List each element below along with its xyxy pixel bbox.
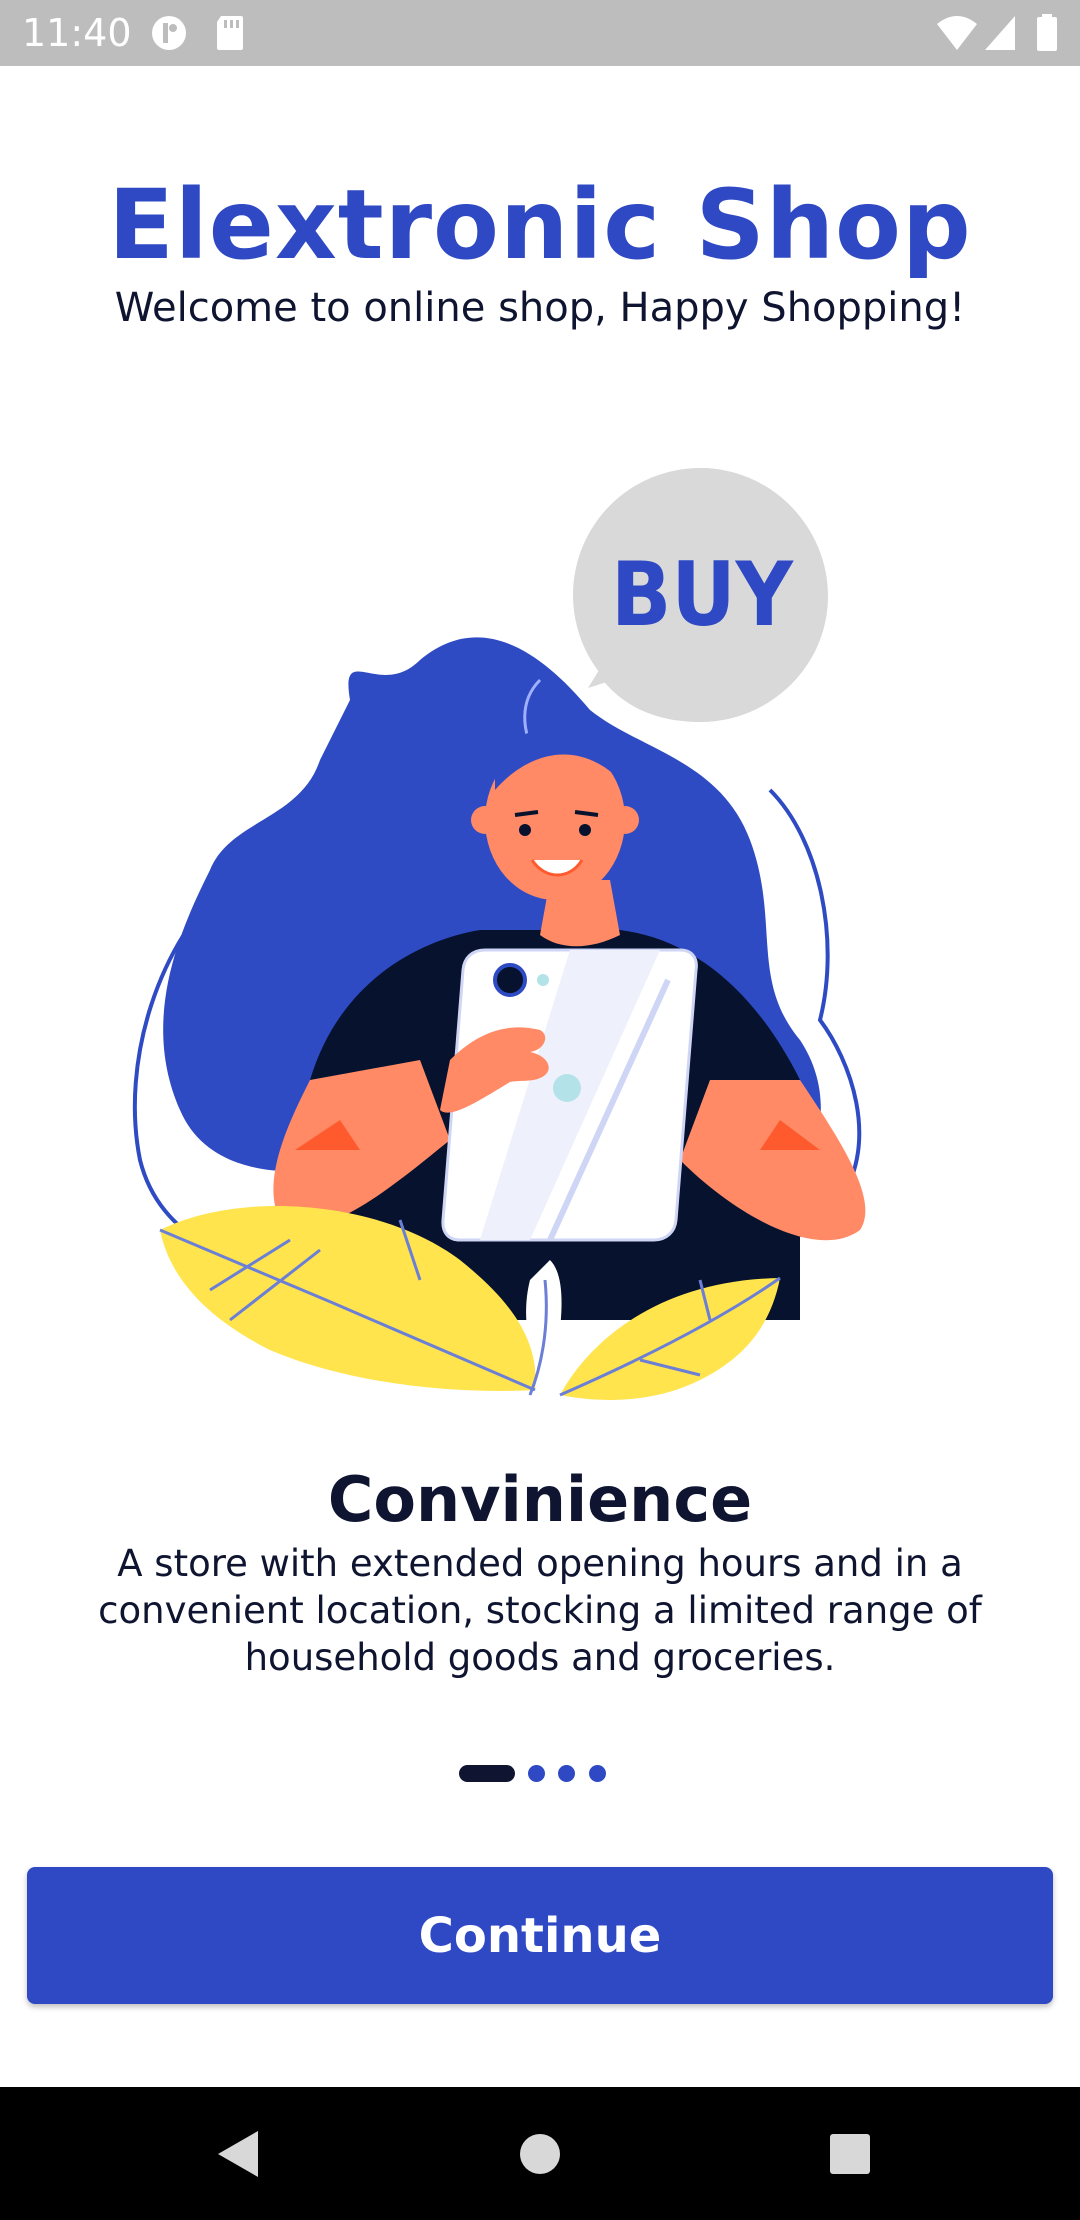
page-indicator [0, 1765, 1080, 1785]
status-time: 11:40 [22, 11, 132, 55]
page-dot[interactable] [558, 1765, 575, 1782]
status-bar: 11:40 [0, 0, 1080, 66]
wifi-icon [935, 14, 979, 57]
speech-bubble: BUY [573, 468, 828, 722]
continue-button[interactable]: Continue [27, 1867, 1053, 2004]
back-icon[interactable] [190, 2117, 290, 2191]
battery-icon [1036, 14, 1058, 57]
slide-title: Convinience [327, 1463, 753, 1536]
sync-icon [150, 14, 188, 57]
navigation-bar [0, 2087, 1080, 2220]
recents-icon[interactable] [800, 2117, 900, 2191]
slide-description: A store with extended opening hours and … [98, 1542, 982, 1679]
signal-icon [983, 14, 1017, 57]
page-dot[interactable] [528, 1765, 545, 1782]
home-icon[interactable] [490, 2117, 590, 2191]
sd-card-icon [215, 14, 245, 57]
app-subtitle: Welcome to online shop, Happy Shopping! [114, 285, 966, 331]
speech-bubble-text: BUY [611, 543, 795, 646]
page-dot[interactable] [589, 1765, 606, 1782]
app-title: Elextronic Shop [108, 169, 972, 281]
page-dot-active[interactable] [459, 1765, 515, 1782]
onboarding-illustration: BUY [120, 460, 960, 1440]
